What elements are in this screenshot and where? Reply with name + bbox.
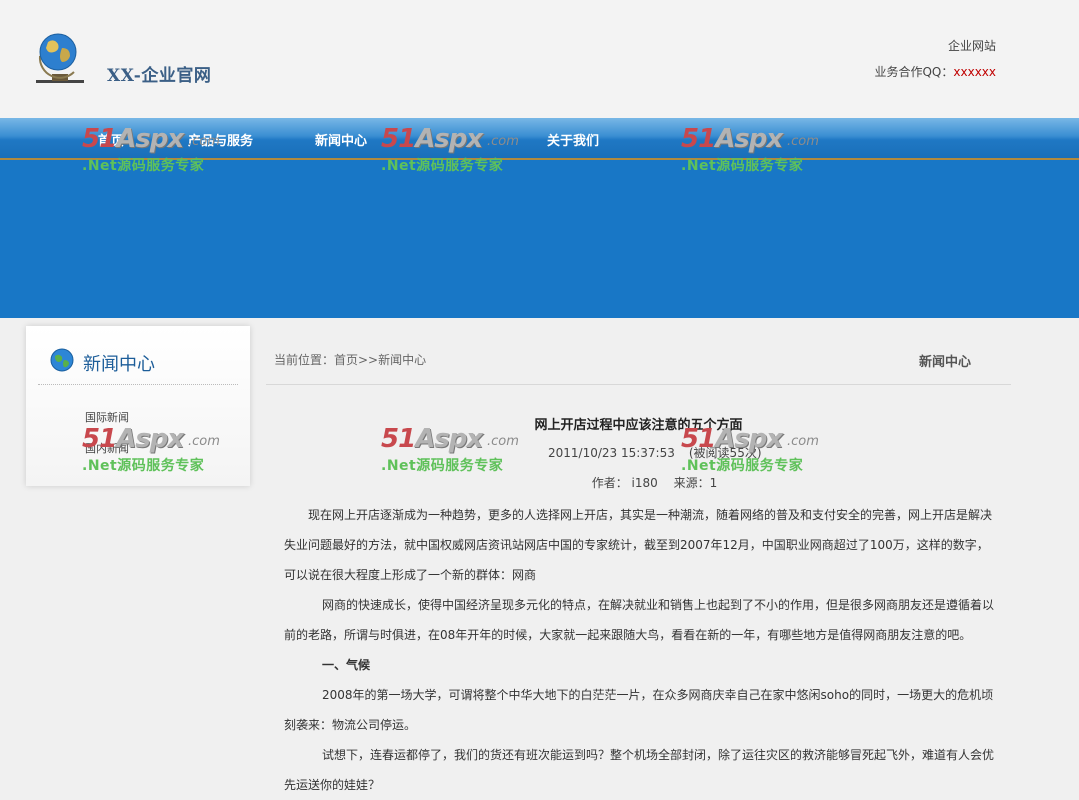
enterprise-site-link[interactable]: 企业网站 bbox=[948, 37, 996, 54]
article-paragraph: 试想下，连春运都停了，我们的货还有班次能运到吗？整个机场全部封闭，除了运往灾区的… bbox=[284, 748, 995, 792]
nav-item-news[interactable]: 新闻中心 bbox=[315, 130, 367, 149]
site-title: XX-企业官网 bbox=[107, 66, 212, 86]
sidebar-divider bbox=[38, 384, 238, 385]
qq-value[interactable]: xxxxxx bbox=[953, 65, 996, 79]
breadcrumb: 当前位置：首页>>新闻中心 bbox=[274, 353, 427, 367]
article-paragraph: 现在网上开店逐渐成为一种趋势，更多的人选择网上开店，其实是一种潮流，随着网络的普… bbox=[284, 508, 993, 582]
article-subheading: 一、气候 bbox=[322, 658, 371, 672]
globe-icon bbox=[50, 348, 74, 372]
content-divider bbox=[266, 384, 1011, 385]
article-body: 现在网上开店逐渐成为一种趋势，更多的人选择网上开店，其实是一种潮流，随着网络的普… bbox=[284, 500, 994, 800]
business-qq: 业务合作QQ：xxxxxx bbox=[874, 63, 996, 80]
sidebar-item-domestic-news[interactable]: 国内新闻 bbox=[85, 440, 129, 456]
article-author: 作者： i180 来源：1 bbox=[591, 476, 718, 490]
qq-label: 业务合作QQ： bbox=[874, 65, 954, 79]
globe-logo-icon bbox=[36, 33, 84, 83]
article-date: 2011/10/23 15:37:53 bbox=[548, 446, 675, 460]
page-header: XX-企业官网 企业网站 业务合作QQ：xxxxxx bbox=[0, 0, 1079, 118]
nav-item-home[interactable]: 首页 bbox=[98, 130, 124, 149]
main-nav: 首页 产品与服务 新闻中心 关于我们 bbox=[0, 118, 1079, 160]
sidebar-title: 新闻中心 bbox=[83, 354, 155, 375]
article-meta: 2011/10/23 15:37:53 (被阅读55次) bbox=[548, 444, 762, 461]
section-title: 新闻中心 bbox=[918, 355, 971, 370]
banner bbox=[0, 160, 1079, 318]
article-views: (被阅读55次) bbox=[688, 446, 762, 460]
sidebar: 新闻中心 国际新闻 国内新闻 bbox=[26, 326, 250, 486]
nav-item-products[interactable]: 产品与服务 bbox=[188, 130, 253, 149]
article-title: 网上开店过程中应该注意的五个方面 bbox=[534, 418, 743, 433]
sidebar-item-intl-news[interactable]: 国际新闻 bbox=[85, 409, 129, 425]
nav-item-about[interactable]: 关于我们 bbox=[547, 130, 599, 149]
article-paragraph: 2008年的第一场大学，可谓将整个中华大地下的白茫茫一片，在众多网商庆幸自己在家… bbox=[284, 688, 994, 732]
article-paragraph: 网商的快速成长，使得中国经济呈现多元化的特点，在解决就业和销售上也起到了不小的作… bbox=[284, 598, 995, 642]
